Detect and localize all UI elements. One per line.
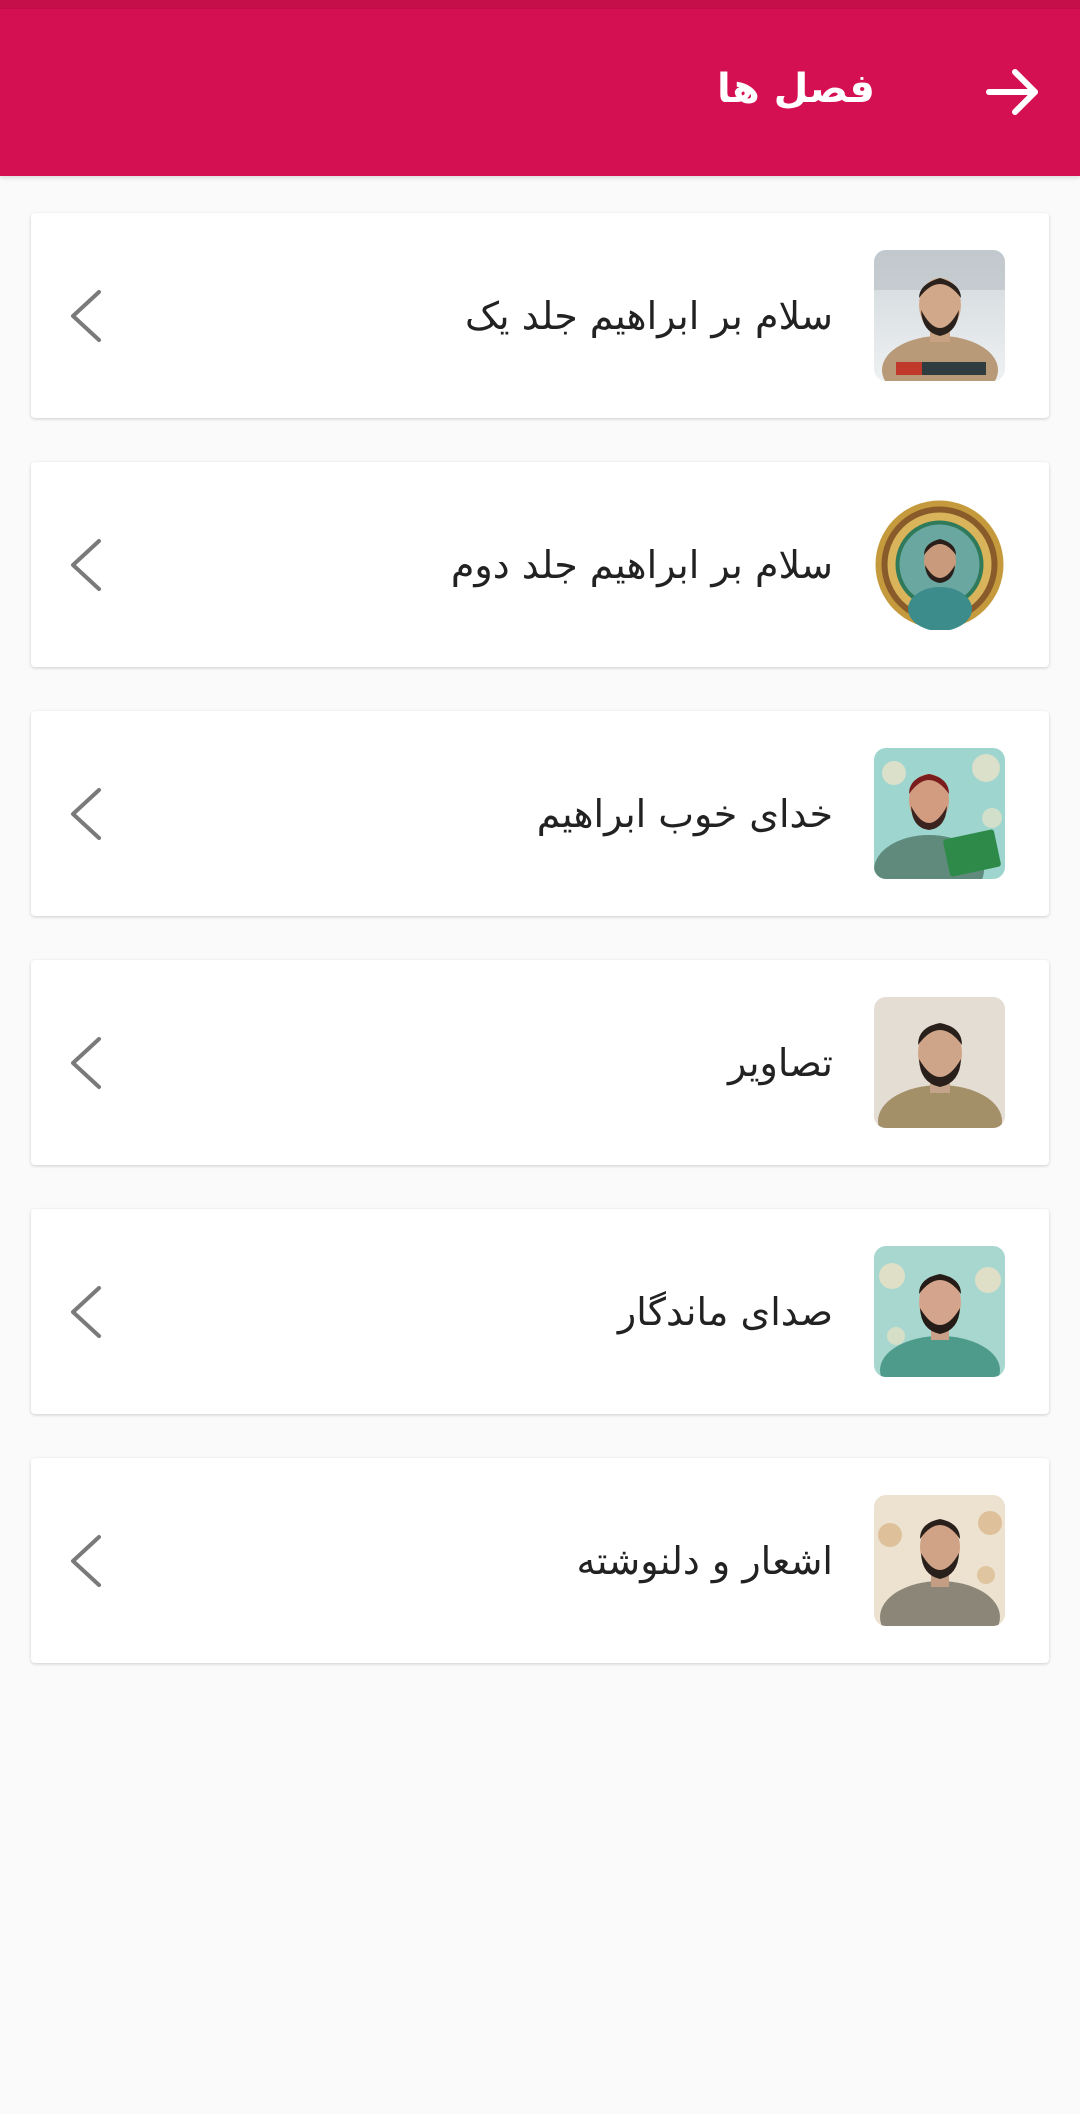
page-title: فصل ها: [717, 66, 875, 112]
chevron-left-icon: [71, 1037, 101, 1089]
chapter-thumbnail: [874, 1495, 1005, 1626]
chapter-item[interactable]: تصاویر: [31, 960, 1049, 1165]
chevron-left-icon: [71, 1286, 101, 1338]
chapter-thumbnail: [874, 499, 1005, 630]
chevron-left-icon: [71, 539, 101, 591]
app-bar: فصل ها: [0, 9, 1080, 176]
chapter-item[interactable]: اشعار و دلنوشته: [31, 1458, 1049, 1663]
chapter-item[interactable]: سلام بر ابراهیم جلد یک: [31, 213, 1049, 418]
chapter-label: تصاویر: [727, 1040, 833, 1085]
chapter-item[interactable]: سلام بر ابراهیم جلد دوم: [31, 462, 1049, 667]
chevron-left-icon: [71, 1535, 101, 1587]
chevron-left-icon: [71, 788, 101, 840]
chapter-thumbnail: [874, 1246, 1005, 1377]
arrow-right-icon: [986, 69, 1038, 115]
chapter-thumbnail: [874, 250, 1005, 381]
chapter-thumbnail: [874, 748, 1005, 879]
chevron-left-icon: [71, 290, 101, 342]
status-bar: [0, 0, 1080, 9]
chapter-item[interactable]: خدای خوب ابراهیم: [31, 711, 1049, 916]
chapter-label: سلام بر ابراهیم جلد یک: [465, 293, 833, 338]
chapter-label: سلام بر ابراهیم جلد دوم: [450, 542, 833, 587]
chapter-label: اشعار و دلنوشته: [576, 1538, 833, 1583]
chapter-label: خدای خوب ابراهیم: [536, 791, 833, 836]
chapter-thumbnail: [874, 997, 1005, 1128]
chapter-item[interactable]: صدای ماندگار: [31, 1209, 1049, 1414]
chapter-label: صدای ماندگار: [617, 1289, 833, 1334]
chapter-list: سلام بر ابراهیم جلد یک سلام بر ابراهیم ج…: [31, 213, 1049, 1707]
back-button[interactable]: [968, 47, 1058, 137]
